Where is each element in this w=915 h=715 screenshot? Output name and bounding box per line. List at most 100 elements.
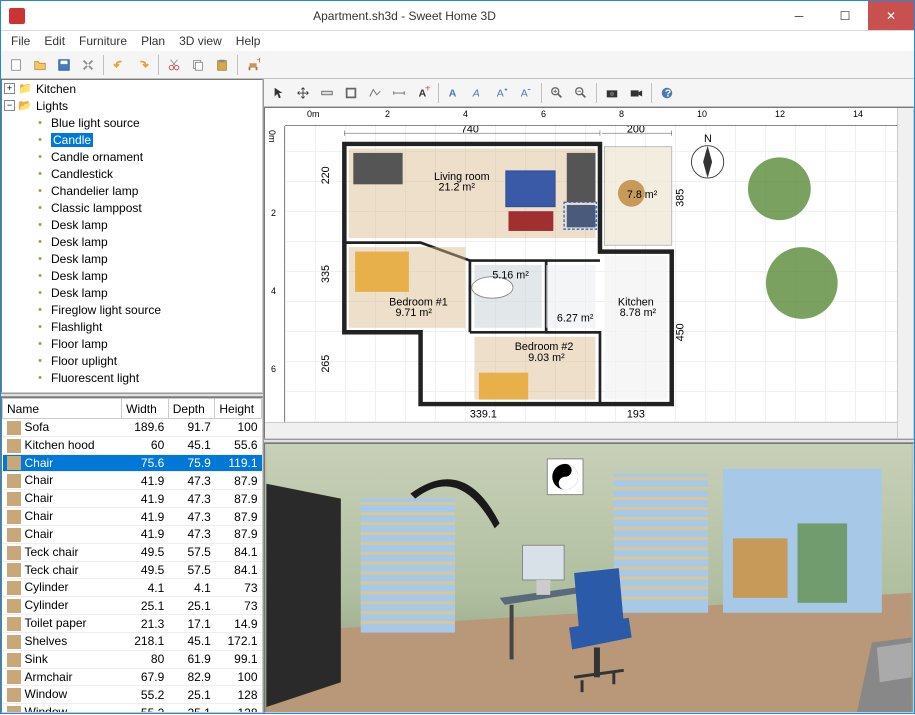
collapse-icon[interactable]: −	[4, 100, 15, 111]
table-row[interactable]: Chair41.947.387.9	[3, 525, 262, 543]
catalog-item[interactable]: •Desk lamp	[2, 284, 262, 301]
furniture-list[interactable]: Name Width Depth Height Sofa189.691.7100…	[1, 397, 263, 713]
create-walls-tool[interactable]	[316, 82, 338, 104]
3d-view[interactable]	[264, 443, 914, 713]
minimize-button[interactable]: ─	[776, 1, 822, 30]
catalog-item[interactable]: •Desk lamp	[2, 250, 262, 267]
cell-height: 87.9	[215, 490, 262, 508]
furniture-thumb-icon	[7, 492, 21, 506]
column-height[interactable]: Height	[215, 399, 262, 419]
new-button[interactable]	[5, 54, 27, 76]
create-text-tool[interactable]: A+	[412, 82, 434, 104]
create-dimensions-tool[interactable]	[388, 82, 410, 104]
maximize-button[interactable]: ☐	[822, 1, 868, 30]
cell-depth: 75.9	[168, 454, 215, 472]
text-italic-button[interactable]: A	[467, 82, 489, 104]
furniture-thumb-icon	[7, 474, 21, 488]
paste-button[interactable]	[211, 54, 233, 76]
table-row[interactable]: Window55.225.1128	[3, 704, 262, 713]
table-row[interactable]: Cylinder4.14.173	[3, 579, 262, 597]
plan-scrollbar-horizontal[interactable]	[265, 422, 897, 438]
catalog-item[interactable]: •Floor lamp	[2, 335, 262, 352]
furniture-catalog[interactable]: + 📁 Kitchen − 📂 Lights •Blue light sourc…	[1, 79, 263, 393]
catalog-item[interactable]: •Chandelier lamp	[2, 182, 262, 199]
table-row[interactable]: Cylinder25.125.173	[3, 597, 262, 615]
catalog-item[interactable]: •Floor uplight	[2, 352, 262, 369]
zoom-out-button[interactable]	[570, 82, 592, 104]
catalog-item[interactable]: •Fluorescent light	[2, 369, 262, 386]
catalog-item[interactable]: •Desk lamp	[2, 267, 262, 284]
furniture-thumb-icon	[7, 599, 21, 613]
table-row[interactable]: Chair41.947.387.9	[3, 508, 262, 526]
cell-height: 55.6	[215, 436, 262, 454]
menu-file[interactable]: File	[5, 32, 36, 50]
cell-height: 99.1	[215, 650, 262, 668]
table-row[interactable]: Teck chair49.557.584.1	[3, 543, 262, 561]
table-row[interactable]: Chair75.675.9119.1	[3, 454, 262, 472]
create-photo-button[interactable]	[601, 82, 623, 104]
catalog-category-kitchen[interactable]: + 📁 Kitchen	[2, 80, 262, 97]
menu-help[interactable]: Help	[230, 32, 267, 50]
menu-plan[interactable]: Plan	[135, 32, 171, 50]
column-name[interactable]: Name	[3, 399, 122, 419]
table-row[interactable]: Sink8061.999.1	[3, 650, 262, 668]
close-button[interactable]: ✕	[868, 1, 914, 30]
catalog-item[interactable]: •Classic lamppost	[2, 199, 262, 216]
open-button[interactable]	[29, 54, 51, 76]
decrease-text-button[interactable]: A	[515, 82, 537, 104]
text-bold-button[interactable]: A	[443, 82, 465, 104]
table-row[interactable]: Chair41.947.387.9	[3, 472, 262, 490]
table-row[interactable]: Sofa189.691.7100	[3, 419, 262, 437]
table-row[interactable]: Window55.225.1128	[3, 686, 262, 704]
table-row[interactable]: Teck chair49.557.584.1	[3, 561, 262, 579]
cut-button[interactable]	[163, 54, 185, 76]
menu-edit[interactable]: Edit	[38, 32, 71, 50]
help-button[interactable]: ?	[656, 82, 678, 104]
catalog-item[interactable]: •Flashlight	[2, 318, 262, 335]
table-row[interactable]: Toilet paper21.317.114.9	[3, 615, 262, 633]
create-video-button[interactable]	[625, 82, 647, 104]
catalog-item[interactable]: •Fireglow light source	[2, 301, 262, 318]
save-button[interactable]	[53, 54, 75, 76]
table-row[interactable]: Armchair67.982.9100	[3, 668, 262, 686]
cell-width: 25.1	[122, 597, 169, 615]
cell-depth: 25.1	[168, 686, 215, 704]
furniture-thumb-icon: •	[32, 303, 48, 317]
column-width[interactable]: Width	[122, 399, 169, 419]
svg-text:8.78 m²: 8.78 m²	[620, 307, 657, 319]
table-row[interactable]: Shelves218.145.1172.1	[3, 632, 262, 650]
create-rooms-tool[interactable]	[340, 82, 362, 104]
plan-view[interactable]: 0m 2 4 6 8 10 12 14 0m 2 4 6	[264, 107, 914, 439]
redo-button[interactable]	[132, 54, 154, 76]
zoom-in-button[interactable]	[546, 82, 568, 104]
svg-text:200: 200	[627, 126, 645, 135]
catalog-item[interactable]: •Candlestick	[2, 165, 262, 182]
create-polylines-tool[interactable]	[364, 82, 386, 104]
catalog-item[interactable]: •Candle	[2, 131, 262, 148]
select-tool[interactable]	[268, 82, 290, 104]
table-row[interactable]: Chair41.947.387.9	[3, 490, 262, 508]
menu-3dview[interactable]: 3D view	[173, 32, 228, 50]
furniture-thumb-icon	[7, 706, 21, 713]
catalog-item[interactable]: •Desk lamp	[2, 233, 262, 250]
menu-furniture[interactable]: Furniture	[73, 32, 133, 50]
undo-button[interactable]	[108, 54, 130, 76]
plan-canvas[interactable]: Living room 21.2 m² Bedroom #1 9.71 m² B…	[285, 126, 897, 422]
furniture-thumb-icon: •	[32, 286, 48, 300]
catalog-item[interactable]: •Blue light source	[2, 114, 262, 131]
furniture-thumb-icon: •	[32, 116, 48, 130]
increase-text-button[interactable]: A	[491, 82, 513, 104]
add-furniture-button[interactable]: +	[242, 54, 264, 76]
plan-scrollbar-vertical[interactable]	[897, 108, 913, 438]
table-row[interactable]: Kitchen hood6045.155.6	[3, 436, 262, 454]
furniture-thumb-icon	[7, 421, 21, 435]
expand-icon[interactable]: +	[4, 83, 15, 94]
preferences-button[interactable]	[77, 54, 99, 76]
catalog-item[interactable]: •Desk lamp	[2, 216, 262, 233]
copy-button[interactable]	[187, 54, 209, 76]
column-depth[interactable]: Depth	[168, 399, 215, 419]
furniture-thumb-icon	[7, 528, 21, 542]
catalog-category-lights[interactable]: − 📂 Lights	[2, 97, 262, 114]
catalog-item[interactable]: •Candle ornament	[2, 148, 262, 165]
pan-tool[interactable]	[292, 82, 314, 104]
